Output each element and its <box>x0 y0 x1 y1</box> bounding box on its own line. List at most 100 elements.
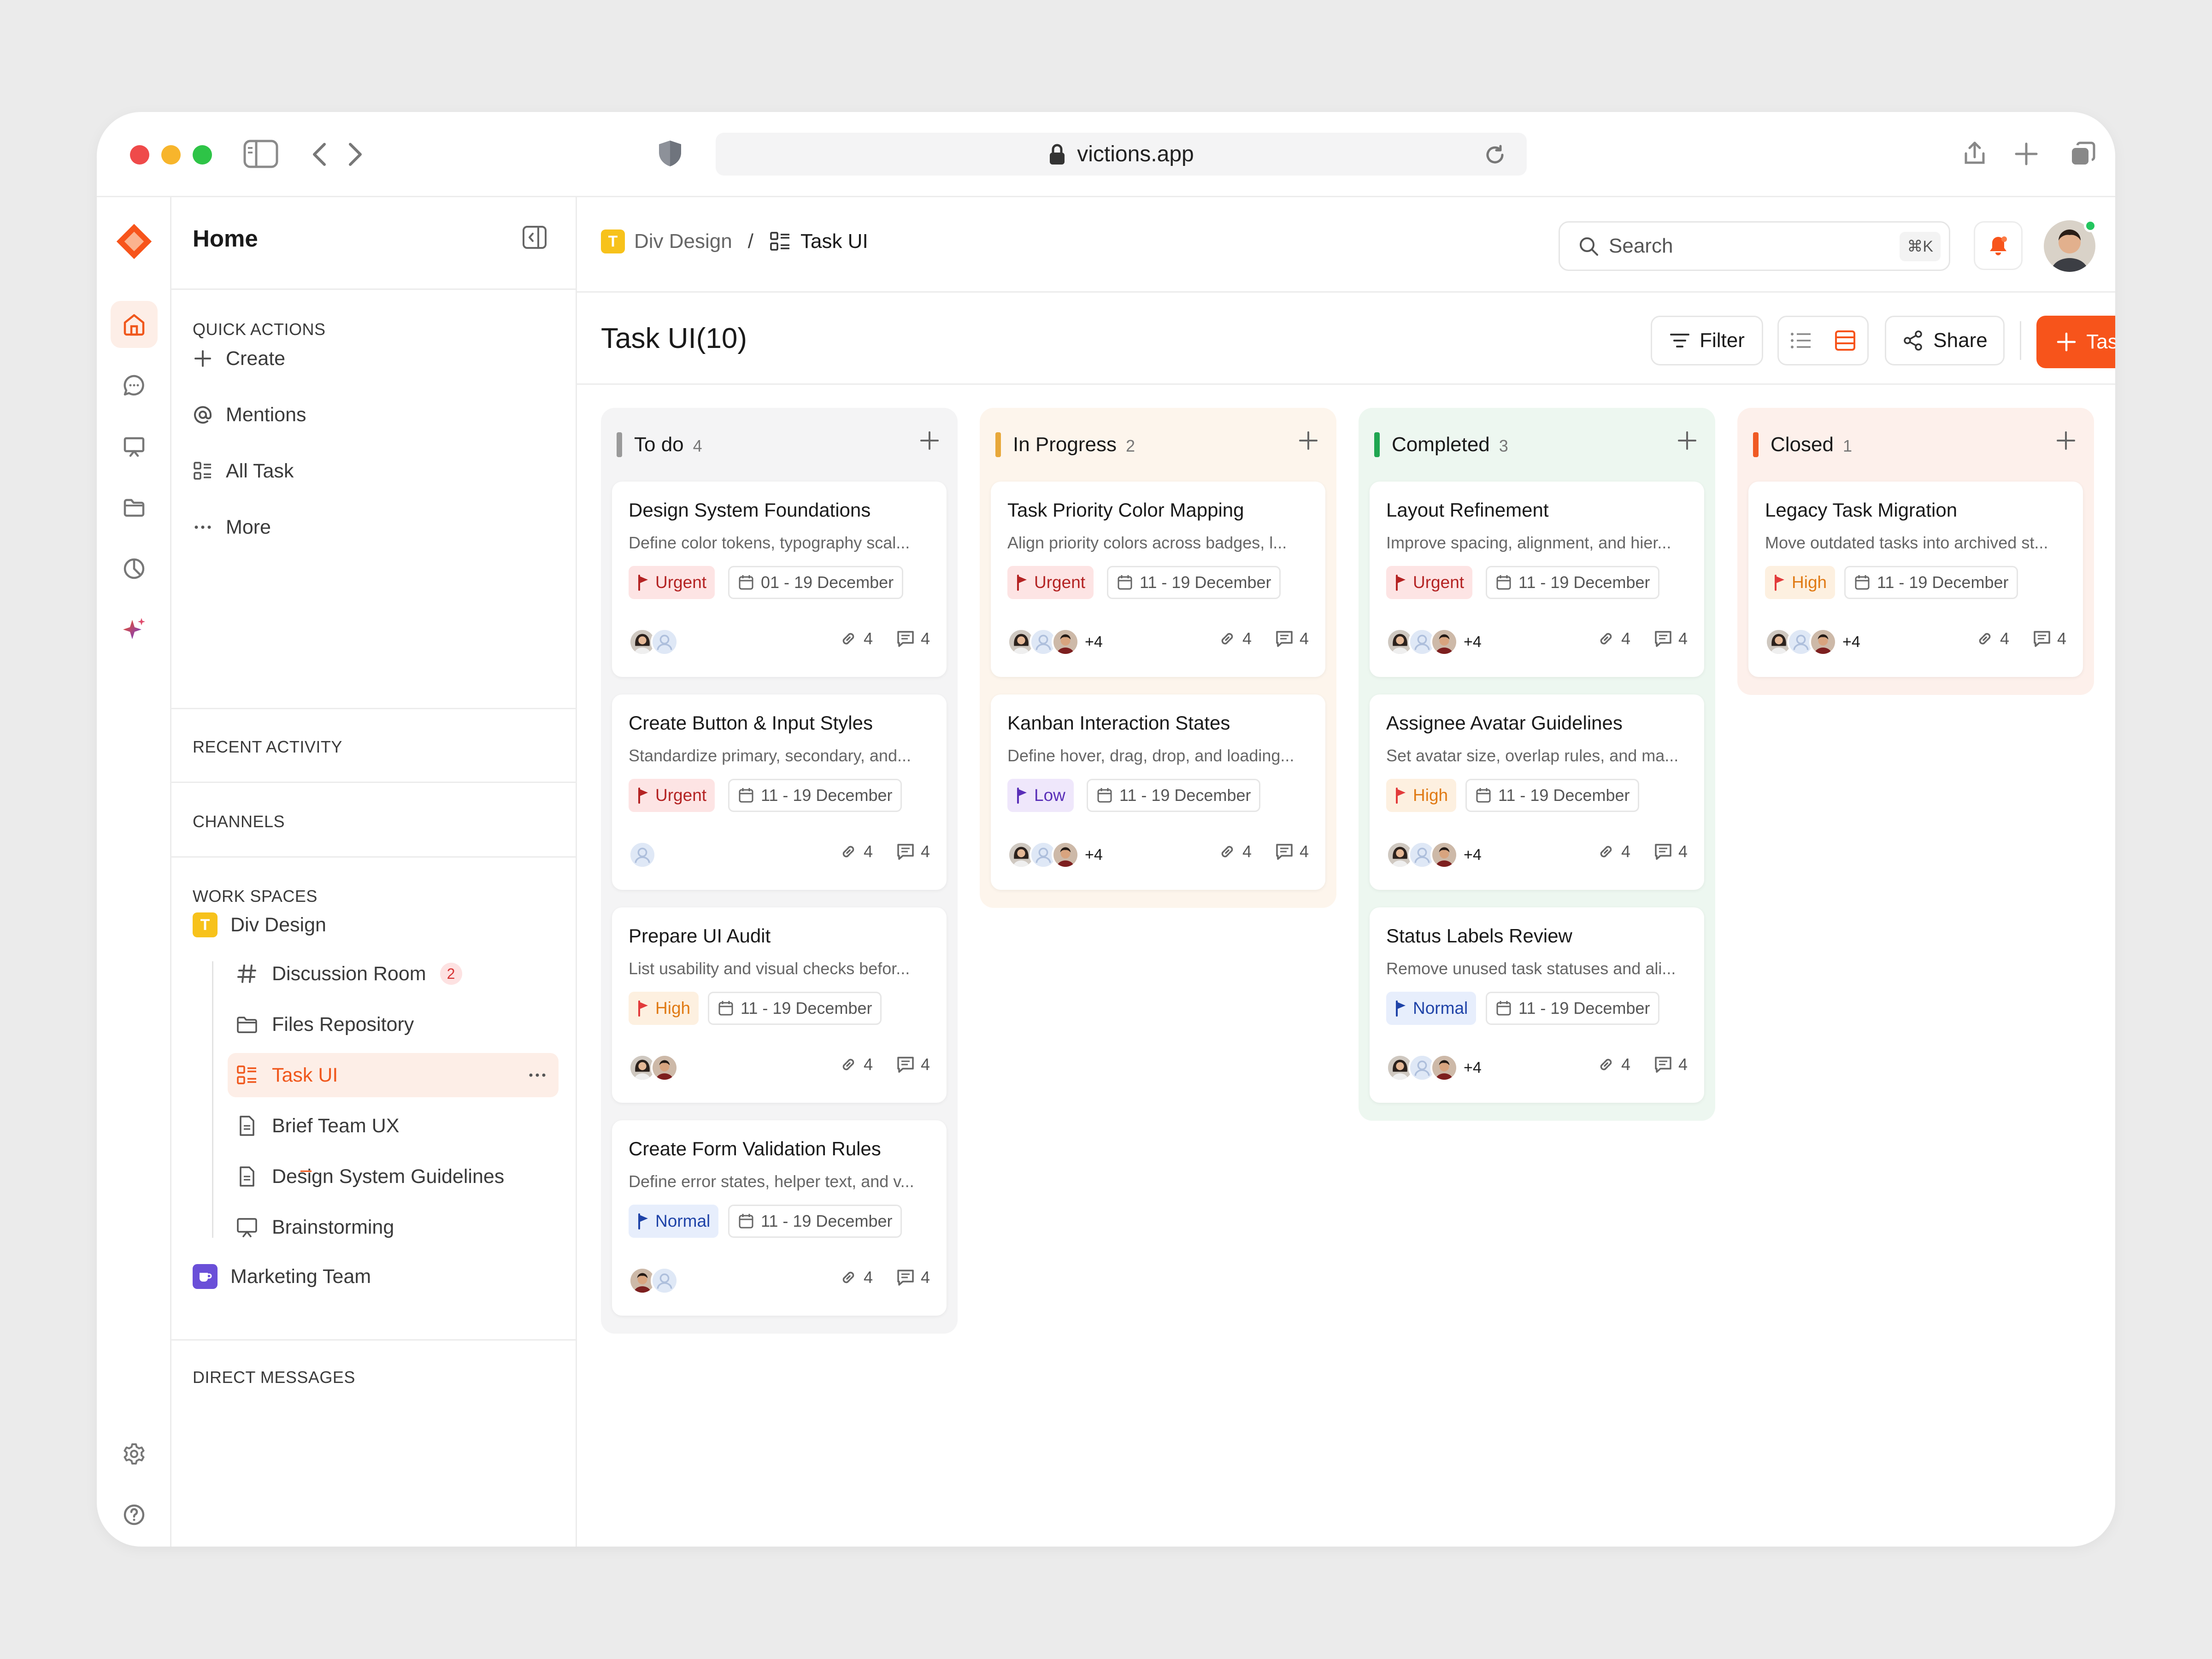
comments-count-group[interactable]: 4 <box>896 629 930 648</box>
attachments-count-group[interactable]: 4 <box>1218 842 1252 861</box>
assignee-avatar[interactable] <box>1052 841 1079 869</box>
add-card-icon[interactable] <box>2055 430 2077 451</box>
filter-button[interactable]: Filter <box>1651 316 1763 365</box>
priority-badge[interactable]: Urgent <box>629 566 715 599</box>
quick-action-create[interactable]: Create <box>193 342 285 375</box>
attachments-count-group[interactable]: 4 <box>1975 629 2009 648</box>
assignee-avatar[interactable] <box>629 841 656 869</box>
board-view-button[interactable] <box>1823 317 1867 364</box>
notifications-button[interactable] <box>1974 221 2023 270</box>
close-window-button[interactable] <box>130 145 149 165</box>
due-date-badge[interactable]: 11 - 19 December <box>1844 566 2018 599</box>
due-date-badge[interactable]: 01 - 19 December <box>728 566 904 599</box>
shield-icon[interactable] <box>657 139 683 168</box>
assignee-avatar[interactable] <box>1809 628 1837 656</box>
quick-action-all-task[interactable]: All Task <box>193 455 294 487</box>
help-icon[interactable] <box>111 1491 158 1538</box>
due-date-badge[interactable]: 11 - 19 December <box>1465 779 1640 812</box>
direct-messages-heading[interactable]: DIRECT MESSAGES <box>193 1368 355 1387</box>
assignee-avatar[interactable] <box>1052 628 1079 656</box>
sidebar-item-files-repository[interactable]: Files Repository <box>228 1002 559 1047</box>
ai-sparkle-icon[interactable] <box>111 606 158 653</box>
collapse-sidebar-icon[interactable] <box>522 225 547 250</box>
add-card-icon[interactable] <box>1298 430 1319 451</box>
task-card[interactable]: Kanban Interaction States Define hover, … <box>991 694 1325 890</box>
due-date-badge[interactable]: 11 - 19 December <box>1486 992 1660 1025</box>
priority-badge[interactable]: Urgent <box>1007 566 1094 599</box>
list-view-button[interactable] <box>1779 317 1823 364</box>
sidebar-item-discussion-room[interactable]: Discussion Room 2 <box>228 952 559 996</box>
due-date-badge[interactable]: 11 - 19 December <box>728 779 902 812</box>
assignee-avatar[interactable] <box>651 1054 678 1082</box>
comments-count-group[interactable]: 4 <box>896 1055 930 1074</box>
task-card[interactable]: Legacy Task Migration Move outdated task… <box>1748 482 2083 677</box>
attachments-count-group[interactable]: 4 <box>839 1268 873 1287</box>
add-card-icon[interactable] <box>919 430 940 451</box>
task-card[interactable]: Assignee Avatar Guidelines Set avatar si… <box>1370 694 1704 890</box>
quick-action-mentions[interactable]: Mentions <box>193 399 306 431</box>
comments-count-group[interactable]: 4 <box>1653 629 1688 648</box>
workspace-marketing-team[interactable]: Marketing Team <box>193 1260 371 1293</box>
folder-icon[interactable] <box>111 484 158 531</box>
back-icon[interactable] <box>310 141 328 167</box>
new-tab-icon[interactable] <box>2014 141 2039 166</box>
comments-count-group[interactable]: 4 <box>2032 629 2066 648</box>
share-button[interactable]: Share <box>1885 316 2005 365</box>
workspace-div-design[interactable]: T Div Design <box>193 909 326 941</box>
assignee-avatar[interactable] <box>1430 1054 1458 1082</box>
attachments-count-group[interactable]: 4 <box>839 1055 873 1074</box>
add-task-main[interactable]: Task <box>2036 316 2115 368</box>
priority-badge[interactable]: Urgent <box>629 779 715 812</box>
assignee-avatar[interactable] <box>1430 628 1458 656</box>
address-bar[interactable]: victions.app <box>716 133 1527 176</box>
priority-badge[interactable]: Normal <box>629 1205 719 1238</box>
due-date-badge[interactable]: 11 - 19 December <box>1107 566 1281 599</box>
presentation-icon[interactable] <box>111 423 158 470</box>
sidebar-item-brainstorming[interactable]: Brainstorming <box>228 1205 559 1249</box>
task-card[interactable]: Prepare UI Audit List usability and visu… <box>612 907 947 1103</box>
priority-badge[interactable]: High <box>629 992 699 1025</box>
sidebar-item-design-system-guidelines[interactable]: Design System Guidelines <box>228 1154 559 1199</box>
comments-count-group[interactable]: 4 <box>1275 842 1309 861</box>
more-options-icon[interactable] <box>526 1064 548 1086</box>
maximize-window-button[interactable] <box>193 145 212 165</box>
attachments-count-group[interactable]: 4 <box>1218 629 1252 648</box>
sidebar-item-task-ui[interactable]: Task UI <box>228 1053 559 1097</box>
priority-badge[interactable]: Urgent <box>1386 566 1473 599</box>
comments-count-group[interactable]: 4 <box>896 842 930 861</box>
comments-count-group[interactable]: 4 <box>1275 629 1309 648</box>
search-input[interactable]: Search ⌘K <box>1559 221 1950 271</box>
breadcrumb-root[interactable]: Div Design <box>634 230 732 253</box>
quick-action-more[interactable]: More <box>193 511 271 543</box>
task-card[interactable]: Create Button & Input Styles Standardize… <box>612 694 947 890</box>
channels-heading[interactable]: CHANNELS <box>193 812 285 831</box>
sidebar-toggle-icon[interactable] <box>243 140 278 168</box>
app-logo[interactable] <box>111 218 158 265</box>
task-card[interactable]: Create Form Validation Rules Define erro… <box>612 1120 947 1316</box>
priority-badge[interactable]: Normal <box>1386 992 1477 1025</box>
due-date-badge[interactable]: 11 - 19 December <box>1486 566 1660 599</box>
share-page-icon[interactable] <box>1963 141 1986 166</box>
assignee-avatar[interactable] <box>651 1267 678 1294</box>
attachments-count-group[interactable]: 4 <box>839 842 873 861</box>
attachments-count-group[interactable]: 4 <box>1596 1055 1630 1074</box>
task-card[interactable]: Task Priority Color Mapping Align priori… <box>991 482 1325 677</box>
due-date-badge[interactable]: 11 - 19 December <box>728 1205 902 1238</box>
comments-count-group[interactable]: 4 <box>1653 1055 1688 1074</box>
settings-icon[interactable] <box>111 1430 158 1477</box>
attachments-count-group[interactable]: 4 <box>1596 842 1630 861</box>
priority-badge[interactable]: High <box>1765 566 1835 599</box>
minimize-window-button[interactable] <box>161 145 181 165</box>
due-date-badge[interactable]: 11 - 19 December <box>708 992 882 1025</box>
sidebar-item-brief-team-ux[interactable]: Brief Team UX <box>228 1104 559 1148</box>
forward-icon[interactable] <box>347 141 365 167</box>
add-task-button[interactable]: Task <box>2036 316 2115 368</box>
comments-count-group[interactable]: 4 <box>1653 842 1688 861</box>
priority-badge[interactable]: High <box>1386 779 1457 812</box>
tabs-overview-icon[interactable] <box>2070 141 2096 166</box>
assignee-avatar[interactable] <box>651 628 678 656</box>
priority-badge[interactable]: Low <box>1007 779 1074 812</box>
add-card-icon[interactable] <box>1677 430 1698 451</box>
reload-icon[interactable] <box>1483 143 1506 166</box>
attachments-count-group[interactable]: 4 <box>839 629 873 648</box>
